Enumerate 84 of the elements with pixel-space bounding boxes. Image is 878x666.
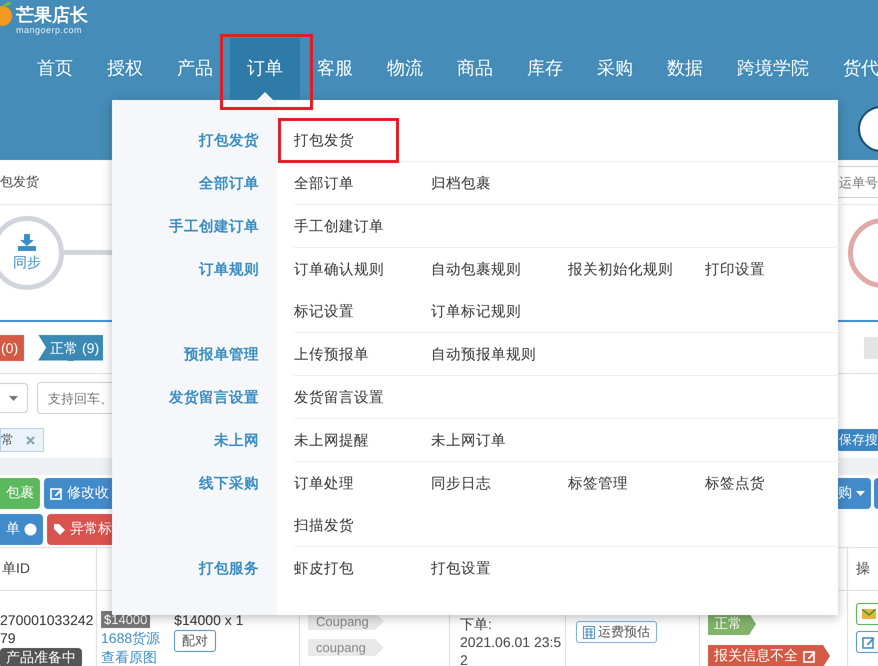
- link[interactable]: 查看原图: [101, 648, 157, 666]
- nav-tab[interactable]: 库存: [510, 38, 580, 100]
- platform-tag: coupang: [308, 639, 384, 656]
- menu-item[interactable]: 同步日志: [431, 474, 491, 492]
- menu-group-title[interactable]: 线下采购: [199, 474, 259, 492]
- nav-tab[interactable]: 跨境学院: [720, 38, 826, 100]
- nav-tab[interactable]: 首页: [20, 38, 90, 100]
- toolbar-button[interactable]: [874, 478, 878, 508]
- nav-tab[interactable]: 采购: [580, 38, 650, 100]
- order-id: 270001033242: [0, 611, 94, 629]
- download-icon: [18, 234, 36, 250]
- menu-item[interactable]: 未上网订单: [431, 430, 506, 450]
- edit-icon: [50, 486, 63, 500]
- step-connector: [64, 250, 112, 255]
- menu-item[interactable]: 订单标记规则: [431, 302, 521, 320]
- menu-group-title[interactable]: 发货留言设置: [169, 388, 259, 406]
- menu-item[interactable]: 标签点货: [705, 474, 765, 492]
- menu-item[interactable]: 报关初始化规则: [568, 260, 673, 278]
- mail-icon: [862, 609, 876, 619]
- menu-item[interactable]: 未上网提醒: [294, 430, 369, 450]
- edit-button[interactable]: [856, 631, 878, 653]
- edit-icon: [862, 636, 875, 648]
- price-text: $14000 x 1: [174, 611, 244, 629]
- save-search-button[interactable]: 保存搜: [837, 429, 878, 451]
- nav-tab[interactable]: 数据: [650, 38, 720, 100]
- menu-item[interactable]: 标签管理: [568, 474, 628, 492]
- menu-item[interactable]: 归档包裹: [431, 174, 491, 192]
- tag-label: 常: [1, 431, 14, 449]
- order-id: 79: [0, 629, 17, 647]
- menu-item[interactable]: 标记设置: [294, 302, 354, 320]
- menu-item[interactable]: 自动包裹规则: [431, 260, 521, 278]
- status-tab[interactable]: (0): [0, 334, 24, 360]
- link[interactable]: 1688货源: [101, 629, 160, 647]
- menu-group-title[interactable]: 打包服务: [199, 558, 259, 578]
- menu-item[interactable]: 打包发货: [278, 118, 399, 162]
- logo-text: 芒果店长: [16, 5, 88, 25]
- toolbar-button[interactable]: 修改收: [44, 478, 115, 508]
- menu-item[interactable]: 自动预报单规则: [431, 344, 536, 364]
- close-icon: [26, 436, 35, 444]
- menu-group-title[interactable]: 全部订单: [199, 174, 259, 192]
- menu-group-title[interactable]: 预报单管理: [184, 344, 259, 364]
- menu-item[interactable]: 全部订单: [294, 174, 354, 192]
- column-header: 操: [855, 559, 871, 578]
- status-tab[interactable]: 正常 (9): [38, 334, 104, 360]
- menu-item[interactable]: 订单确认规则: [294, 260, 384, 278]
- mango-logo-icon: [0, 0, 14, 26]
- menu-item[interactable]: 打包设置: [431, 558, 491, 578]
- menu-item[interactable]: 订单处理: [294, 474, 354, 492]
- mail-button[interactable]: [856, 603, 878, 625]
- match-button[interactable]: 配对: [174, 630, 216, 652]
- tag-icon: [53, 522, 66, 536]
- sync-step-button[interactable]: 同步: [0, 216, 64, 290]
- menu-item[interactable]: 上传预报单: [294, 344, 369, 364]
- menu-item[interactable]: 手工创建订单: [294, 216, 384, 236]
- step-label: 同步: [13, 254, 41, 272]
- toolbar-button[interactable]: 包裹: [0, 478, 40, 508]
- nav-tab[interactable]: 物流: [370, 38, 440, 100]
- menu-group-title[interactable]: 手工创建订单: [169, 216, 259, 236]
- calculator-icon: [583, 626, 595, 638]
- logo-domain: mangoerp.com: [16, 25, 84, 35]
- menu-item[interactable]: 虾皮打包: [294, 558, 354, 578]
- status-badge: 产品准备中: [0, 648, 82, 666]
- menu-group-title[interactable]: 订单规则: [199, 260, 259, 278]
- time-label: 下单:: [459, 615, 493, 633]
- nav-tab[interactable]: 商品: [440, 38, 510, 100]
- nav-tab[interactable]: 授权: [90, 38, 160, 100]
- nav-tab[interactable]: 订单: [220, 34, 313, 110]
- menu-group-title[interactable]: 打包发货: [199, 130, 259, 150]
- breadcrumb[interactable]: 包发货: [0, 173, 39, 191]
- caret-icon: [9, 396, 18, 400]
- toolbar-button[interactable]: 单: [0, 514, 43, 544]
- menu-group-title[interactable]: 未上网: [214, 430, 259, 450]
- caret-icon: [856, 490, 865, 496]
- status-tag: 正常: [708, 613, 756, 635]
- menu-item[interactable]: 发货留言设置: [294, 388, 384, 406]
- freight-estimate-button[interactable]: 运费预估: [576, 621, 657, 643]
- dropdown-field[interactable]: [0, 383, 28, 413]
- order-time: 2021.06.01 23:52: [459, 633, 562, 666]
- search-field[interactable]: 支持回车、: [37, 382, 112, 414]
- status-tag: 报关信息不全: [708, 645, 830, 666]
- edit-icon: [803, 650, 816, 662]
- menu-item[interactable]: 打印设置: [705, 260, 765, 278]
- column-header: 单ID: [0, 548, 97, 590]
- menu-item[interactable]: 扫描发货: [294, 516, 354, 534]
